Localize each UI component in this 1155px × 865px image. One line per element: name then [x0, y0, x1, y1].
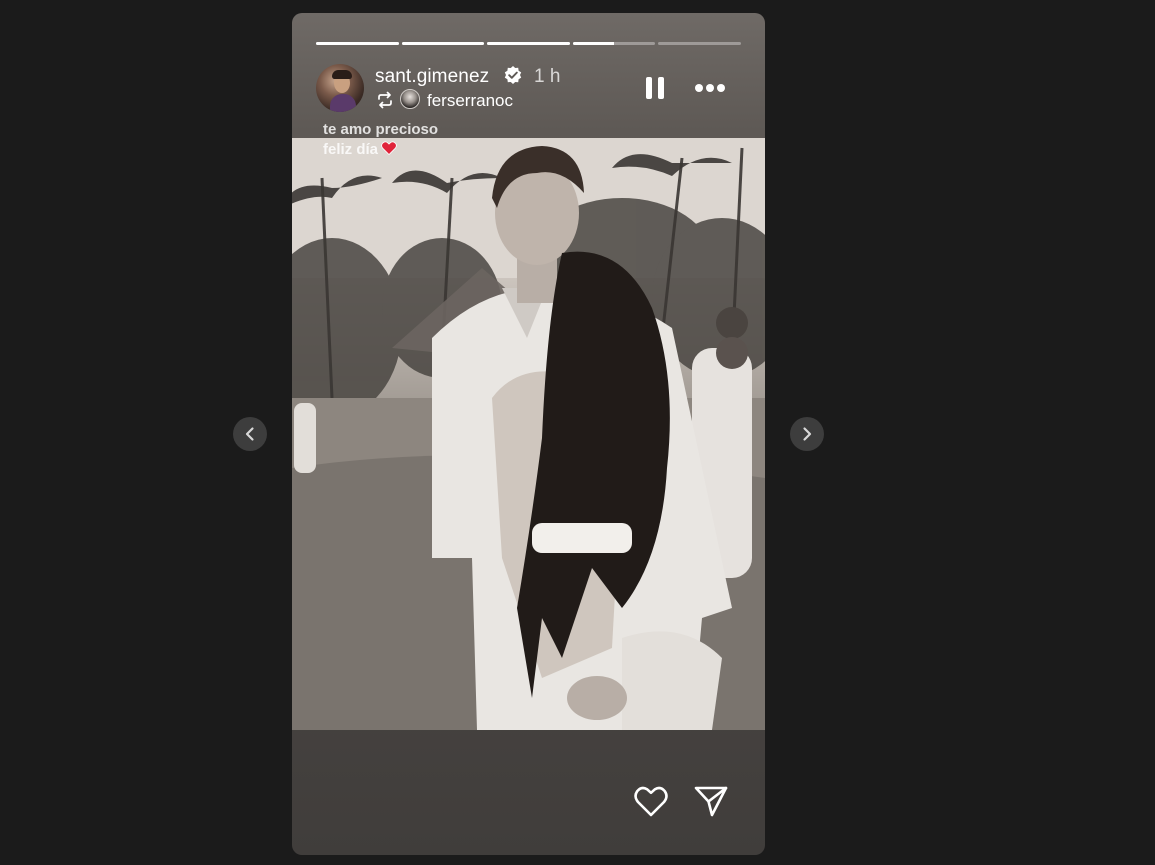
progress-segment — [316, 42, 399, 45]
send-icon — [694, 786, 728, 817]
progress-segment-current — [572, 42, 656, 45]
username[interactable]: sant.gimenez — [375, 66, 489, 88]
story-card[interactable]: sant.gimenez 1 h ferserranoc te amo prec… — [292, 13, 765, 855]
progress-segment — [487, 42, 570, 45]
more-options-icon — [695, 84, 703, 92]
pause-icon — [646, 77, 652, 99]
post-time: 1 h — [534, 66, 561, 87]
share-button[interactable] — [693, 783, 729, 819]
more-options-icon — [717, 84, 725, 92]
repost-icon — [378, 91, 392, 109]
progress-segment — [658, 42, 741, 45]
progress-segment — [401, 42, 485, 45]
reposted-user-avatar[interactable] — [400, 89, 420, 109]
pause-button[interactable] — [644, 75, 668, 101]
caption-line-1: te amo precioso — [323, 121, 439, 138]
heart-emoji-icon — [381, 141, 397, 155]
story-viewer: sant.gimenez 1 h ferserranoc te amo prec… — [0, 0, 1155, 865]
heart-icon — [634, 786, 668, 817]
more-options-icon — [706, 84, 714, 92]
like-button[interactable] — [632, 783, 670, 819]
pause-icon — [658, 77, 664, 99]
chevron-right-icon — [803, 427, 812, 441]
story-caption: te amo precioso feliz día — [323, 120, 438, 160]
verified-badge-icon — [504, 66, 522, 84]
reposted-username[interactable]: ferserranoc — [427, 91, 513, 111]
next-story-button[interactable] — [790, 417, 824, 451]
photo-scene — [292, 138, 765, 730]
story-progress — [316, 42, 741, 45]
story-photo — [292, 138, 765, 730]
user-avatar[interactable] — [316, 64, 364, 112]
caption-line-2: feliz día — [323, 141, 379, 158]
previous-story-button[interactable] — [233, 417, 267, 451]
chevron-left-icon — [245, 427, 254, 441]
more-options-button[interactable] — [692, 77, 728, 99]
